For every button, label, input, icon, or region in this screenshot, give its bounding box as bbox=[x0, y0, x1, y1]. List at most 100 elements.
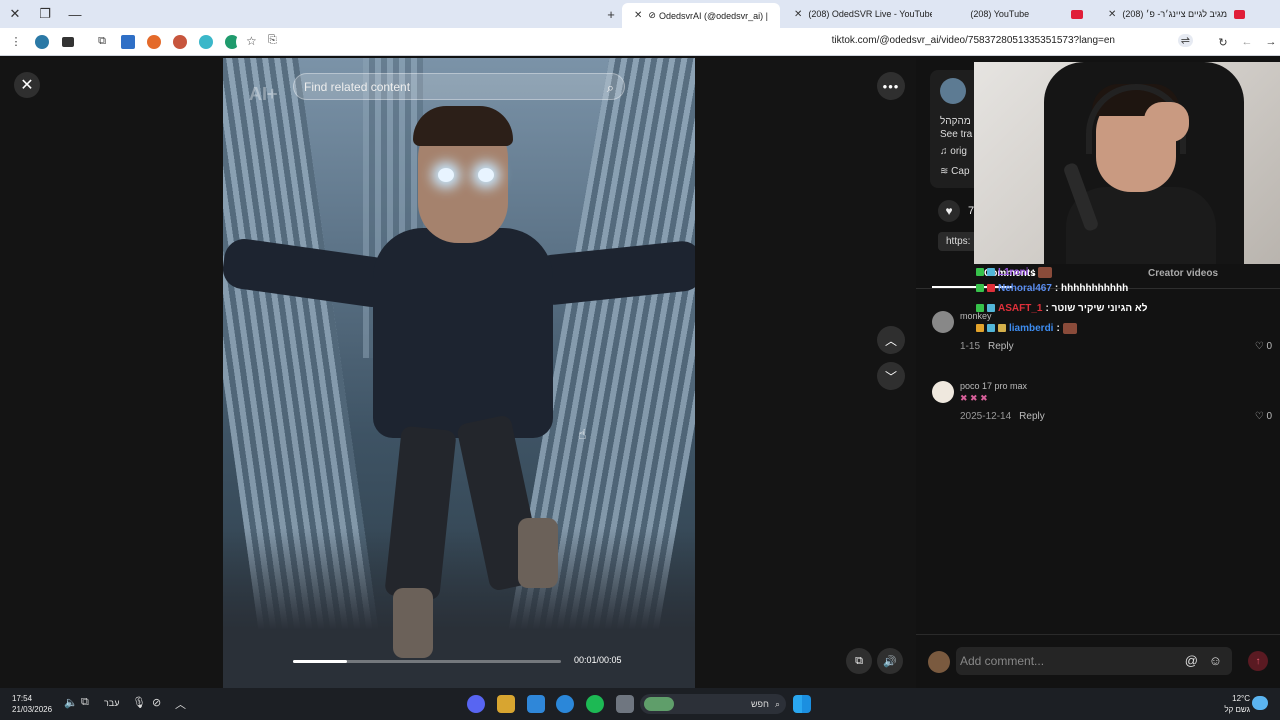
webcam-overlay bbox=[974, 62, 1280, 264]
extension-icon[interactable] bbox=[144, 32, 164, 52]
minimize-window-icon[interactable]: — bbox=[60, 0, 90, 28]
chat-user: L1roni bbox=[998, 266, 1029, 278]
restore-window-icon[interactable]: ❐ bbox=[30, 0, 60, 28]
comment-date: 2025-12-14 bbox=[960, 411, 1012, 422]
link-chip[interactable]: https: bbox=[938, 232, 979, 251]
spotify-icon[interactable] bbox=[586, 695, 604, 713]
avatar bbox=[928, 651, 950, 673]
tab-bar: ✕ ❐ — + ✕ ⊘ OdedsvrAI (@odedsvr_ai) | ✕ … bbox=[0, 0, 1280, 28]
menu-icon[interactable]: ⋮ bbox=[6, 32, 26, 52]
chat-message: ASAFT_1 : לא הגיוני שיקיר שוטר bbox=[976, 298, 1280, 318]
tab-youtube-ronen[interactable]: ✕ (208) רונן מגיב לגיים ציינג׳ר- פ׳ bbox=[1096, 3, 1256, 25]
video-time: 00:01/00:05 bbox=[574, 655, 622, 665]
no-notification-icon[interactable]: ⊘ bbox=[152, 696, 161, 709]
more-options-button[interactable]: ••• bbox=[877, 72, 905, 100]
clock[interactable]: 17:54 21/03/2026 bbox=[12, 693, 52, 715]
install-icon[interactable]: ⎘ bbox=[268, 34, 277, 47]
star-icon[interactable]: ☆ bbox=[246, 34, 257, 48]
url-text[interactable]: tiktok.com/@odedsvr_ai/video/75837280513… bbox=[832, 35, 1115, 46]
send-comment-button[interactable]: ↑ bbox=[1248, 651, 1268, 671]
heart-icon[interactable]: ♥ bbox=[938, 200, 960, 222]
tiktok-icon: ⊘ bbox=[648, 10, 656, 20]
video-viewer: ✕ AI+ Find related content ⌕ 00:01/00:05 bbox=[0, 58, 916, 688]
floating-player-button[interactable]: ⧉ bbox=[846, 648, 872, 674]
find-related-search[interactable]: Find related content ⌕ bbox=[293, 73, 625, 100]
tab-tiktok[interactable]: ✕ ⊘ OdedsvrAI (@odedsvr_ai) | bbox=[622, 3, 780, 28]
avatar[interactable] bbox=[940, 78, 966, 104]
add-comment-bar: Add comment... @ ☺ ↑ bbox=[916, 634, 1280, 688]
tab-youtube-live[interactable]: ✕ (208) OdedSVR Live - YouTube bbox=[782, 3, 932, 25]
browser-toolbar: ⋮ ⧉ ☆ ⎘ tiktok.com/@odedsvr_ai/video/758… bbox=[0, 28, 1280, 56]
extension-icon[interactable] bbox=[196, 32, 216, 52]
tab-youtube[interactable]: ✕ (208) YouTube bbox=[934, 3, 1094, 25]
youtube-icon bbox=[1233, 9, 1245, 19]
emoji-icon[interactable]: ☺ bbox=[1209, 653, 1222, 668]
stream-chat: L1roni : Nehoral467 : hhhhhhhhhhh ASAFT_… bbox=[976, 262, 1280, 338]
comment-user[interactable]: poco 17 pro max bbox=[960, 381, 1027, 391]
chat-user: Nehoral467 bbox=[998, 282, 1052, 294]
chevron-up-icon[interactable]: ︿ bbox=[175, 696, 186, 712]
avatar[interactable] bbox=[932, 311, 954, 333]
taskbar: 17:54 21/03/2026 🔈 ⧉ עבר 🎙 ⊘ ︿ חפש ⌕ 12°… bbox=[0, 688, 1280, 720]
speaker-icon[interactable]: 🔈 bbox=[64, 696, 78, 709]
ai-watermark: AI+ bbox=[249, 84, 278, 104]
extension-icon[interactable] bbox=[118, 32, 138, 52]
close-window-icon[interactable]: ✕ bbox=[0, 0, 30, 28]
app-icon[interactable] bbox=[497, 695, 515, 713]
language-indicator[interactable]: עבר bbox=[104, 698, 119, 708]
discord-icon[interactable] bbox=[467, 695, 485, 713]
mouse-cursor-icon: ☝ bbox=[578, 426, 587, 442]
video-progress-fill bbox=[293, 660, 347, 663]
chat-message: liamberdi : bbox=[976, 318, 1280, 338]
comment-like-button[interactable]: ♡ 0 bbox=[1255, 411, 1272, 422]
mention-icon[interactable]: @ bbox=[1185, 653, 1198, 668]
comment-emojis: ✖ ✖ ✖ bbox=[960, 393, 988, 403]
apps-grid-icon[interactable] bbox=[527, 695, 545, 713]
captions-icon: ≋ bbox=[940, 166, 949, 177]
volume-button[interactable]: 🔊 bbox=[877, 648, 903, 674]
close-tab-icon[interactable]: ✕ bbox=[634, 10, 642, 21]
chat-message: Nehoral467 : hhhhhhhhhhh bbox=[976, 278, 1280, 298]
video-subject bbox=[223, 98, 695, 658]
start-icon[interactable] bbox=[793, 695, 811, 713]
reply-button[interactable]: Reply bbox=[1019, 411, 1045, 422]
taskbar-search[interactable]: חפש ⌕ bbox=[640, 694, 786, 714]
previous-video-button[interactable]: ︿ bbox=[877, 326, 905, 354]
weather-widget[interactable]: 12°C גשם קל bbox=[1224, 693, 1250, 715]
chrome-icon[interactable] bbox=[556, 695, 574, 713]
video-player[interactable]: AI+ Find related content ⌕ 00:01/00:05 bbox=[223, 58, 695, 688]
avatar[interactable] bbox=[932, 381, 954, 403]
back-icon[interactable]: ← bbox=[1237, 32, 1257, 52]
extension-icon[interactable] bbox=[32, 32, 52, 52]
chat-user: ASAFT_1 bbox=[998, 302, 1043, 314]
address-bar[interactable]: ☆ ⎘ tiktok.com/@odedsvr_ai/video/7583728… bbox=[236, 31, 1201, 53]
file-explorer-icon[interactable] bbox=[616, 695, 634, 713]
next-video-button[interactable]: ﹀ bbox=[877, 362, 905, 390]
extension-icon[interactable] bbox=[170, 32, 190, 52]
search-icon[interactable]: ⌕ bbox=[607, 80, 614, 96]
comment-like-button[interactable]: ♡ 0 bbox=[1255, 341, 1272, 352]
reply-button[interactable]: Reply bbox=[988, 341, 1014, 352]
puzzle-icon[interactable]: ⧉ bbox=[92, 32, 112, 52]
search-icon: ⌕ bbox=[774, 698, 780, 709]
microphone-icon[interactable]: 🎙 bbox=[132, 696, 146, 709]
youtube-icon bbox=[1071, 9, 1083, 19]
close-video-button[interactable]: ✕ bbox=[14, 72, 40, 98]
add-comment-input[interactable]: Add comment... @ ☺ bbox=[956, 647, 1232, 675]
video-progress-bar[interactable] bbox=[293, 660, 561, 663]
tune-icon[interactable]: ⇌ bbox=[1177, 34, 1193, 47]
weather-icon[interactable] bbox=[1252, 696, 1268, 710]
heart-outline-icon: ♡ bbox=[1254, 411, 1264, 422]
extension-icon[interactable] bbox=[58, 32, 78, 52]
music-note-icon: ♫ bbox=[940, 146, 948, 157]
comment-date: 1-15 bbox=[960, 341, 981, 352]
reload-icon[interactable]: ↻ bbox=[1213, 32, 1233, 52]
heart-outline-icon: ♡ bbox=[1254, 341, 1264, 352]
like-row: ♥ 7 bbox=[938, 200, 974, 222]
chat-user: liamberdi bbox=[1009, 322, 1054, 334]
network-icon[interactable]: ⧉ bbox=[81, 696, 89, 709]
close-tab-icon[interactable]: ✕ bbox=[794, 9, 802, 20]
comment-item: poco 17 pro max ✖ ✖ ✖ 2025-12-14 Reply ♡ … bbox=[932, 381, 1272, 431]
close-tab-icon[interactable]: ✕ bbox=[1108, 9, 1116, 20]
forward-icon[interactable]: → bbox=[1261, 32, 1280, 52]
